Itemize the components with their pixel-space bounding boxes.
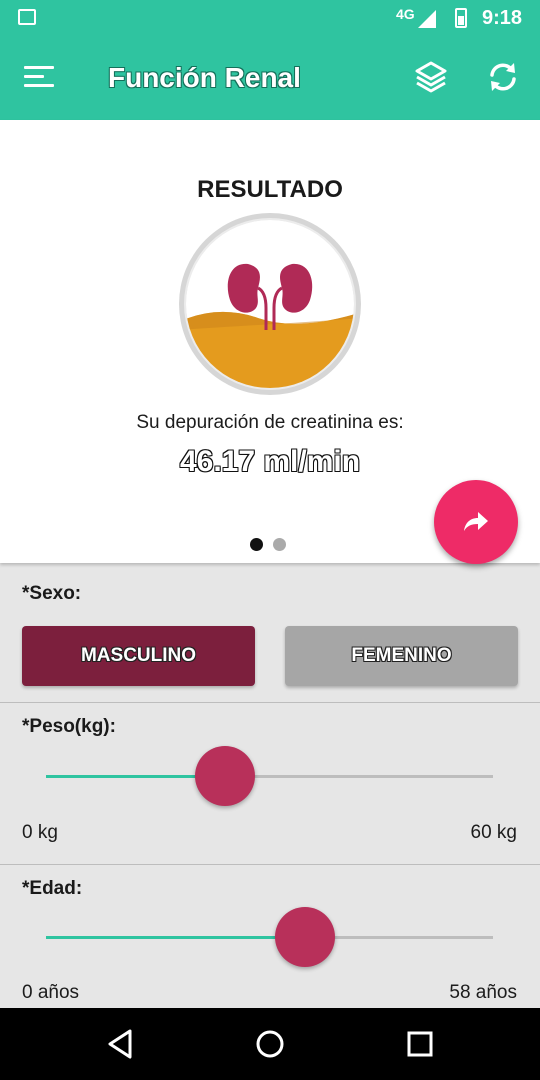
weight-slider[interactable] [46,746,493,806]
status-bar: 4G 9:18 [0,0,540,36]
menu-icon[interactable] [24,66,54,90]
age-label: *Edad: [22,878,83,899]
divider [0,864,540,865]
divider [0,702,540,703]
weight-max-label: 60 kg [470,822,517,843]
result-heading: RESULTADO [197,176,343,203]
recents-icon[interactable] [406,1028,434,1060]
sex-label: *Sexo: [22,583,82,604]
navigation-bar [0,1008,540,1080]
weight-slider-thumb[interactable] [194,746,255,806]
page-title: Función Renal [108,62,301,93]
age-slider-fill [46,936,306,939]
layers-icon[interactable] [414,60,448,94]
masculino-label: MASCULINO [80,645,197,666]
weight-min-label: 0 kg [22,822,58,843]
home-icon[interactable] [255,1028,285,1060]
share-icon [464,512,488,531]
weight-label: *Peso(kg): [22,716,116,737]
share-button[interactable] [434,480,518,564]
app-bar: Función Renal [0,36,540,120]
result-value: 46.17 ml/min [179,445,361,478]
result-label: Su depuración de creatinina es: [136,412,404,433]
image-notification-icon [18,9,36,25]
age-min-label: 0 años [22,982,80,1003]
page-dot-2[interactable] [273,538,286,551]
age-slider[interactable] [46,907,493,967]
back-icon[interactable] [106,1028,134,1060]
kidney-icon [179,213,361,395]
age-max-label: 58 años [449,982,517,1003]
age-slider-thumb[interactable] [275,907,336,967]
signal-icon [418,10,436,28]
clock: 9:18 [482,7,523,29]
masculino-button[interactable]: MASCULINO [22,626,255,686]
femenino-label: FEMENINO [351,645,452,666]
page-dot-1[interactable] [250,538,263,551]
battery-icon [455,8,467,28]
femenino-button[interactable]: FEMENINO [285,626,518,686]
refresh-icon[interactable] [484,58,522,96]
page-indicator [250,538,296,556]
network-type: 4G [396,6,415,22]
